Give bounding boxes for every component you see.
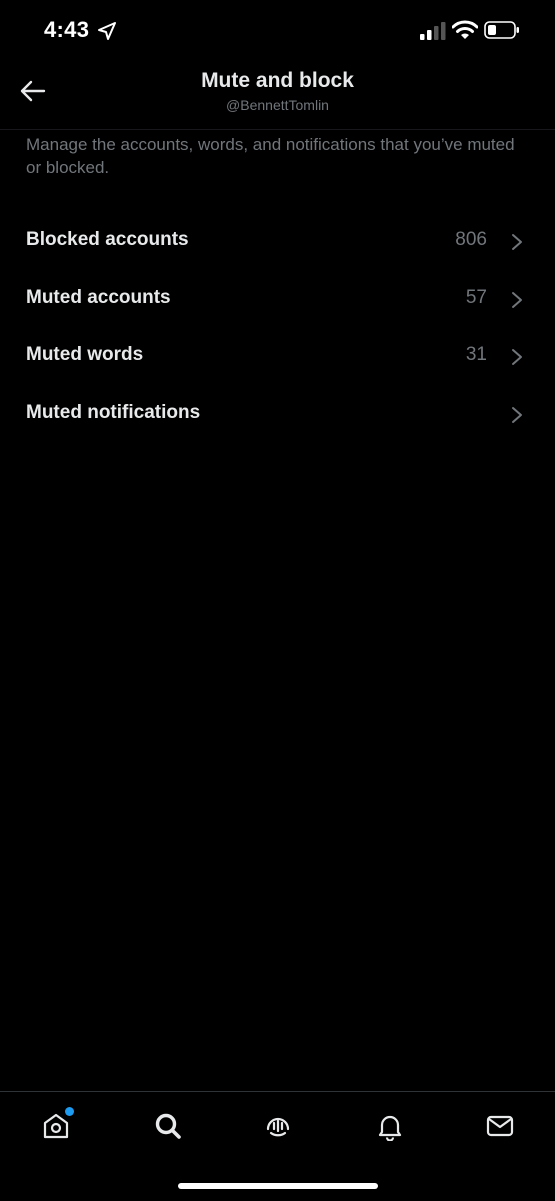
- menu-item-count: 31: [465, 344, 487, 365]
- menu-item-label: Muted words: [26, 344, 144, 365]
- settings-menu: Blocked accounts 806 Muted accounts 57 M…: [0, 212, 555, 442]
- chevron-right-icon: [512, 291, 522, 308]
- menu-item-muted-accounts[interactable]: Muted accounts 57: [0, 270, 555, 328]
- tab-messages[interactable]: [480, 1106, 520, 1146]
- chevron-right-icon: [512, 234, 522, 250]
- menu-item-label: Muted accounts: [26, 286, 171, 308]
- menu-item-count: 806: [455, 229, 487, 250]
- mail-icon: [486, 1115, 514, 1137]
- menu-item-blocked-accounts[interactable]: Blocked accounts 806: [0, 212, 555, 270]
- status-time: 4:43: [44, 17, 90, 42]
- menu-item-count: 57: [465, 286, 487, 308]
- tab-spaces[interactable]: [258, 1106, 298, 1146]
- spaces-icon: [266, 1117, 290, 1137]
- chevron-right-icon: [512, 349, 522, 365]
- page-title: Mute and block: [201, 69, 354, 92]
- page-description: Manage the accounts, words, and notifica…: [26, 135, 515, 177]
- tab-search[interactable]: [148, 1106, 188, 1146]
- tab-home[interactable]: [36, 1106, 76, 1146]
- header: Mute and block @BennettTomlin: [0, 60, 555, 130]
- header-divider: [0, 129, 555, 130]
- wifi-icon: [452, 20, 478, 39]
- battery-icon: [484, 21, 519, 39]
- menu-item-muted-words[interactable]: Muted words 31: [0, 327, 555, 385]
- page-subtitle: @BennettTomlin: [226, 97, 329, 113]
- notification-badge-dot: [65, 1107, 74, 1116]
- tab-notifications[interactable]: [370, 1106, 410, 1146]
- status-bar: 4:43: [0, 0, 555, 60]
- cellular-signal-icon: [420, 22, 446, 40]
- chevron-right-icon: [512, 406, 522, 423]
- menu-item-label: Muted notifications: [26, 401, 201, 423]
- home-indicator: [178, 1183, 378, 1189]
- bell-icon: [378, 1115, 402, 1142]
- menu-item-muted-notifications[interactable]: Muted notifications: [0, 385, 555, 443]
- search-icon: [155, 1113, 181, 1139]
- location-arrow-icon: [98, 22, 116, 40]
- menu-item-label: Blocked accounts: [26, 229, 189, 250]
